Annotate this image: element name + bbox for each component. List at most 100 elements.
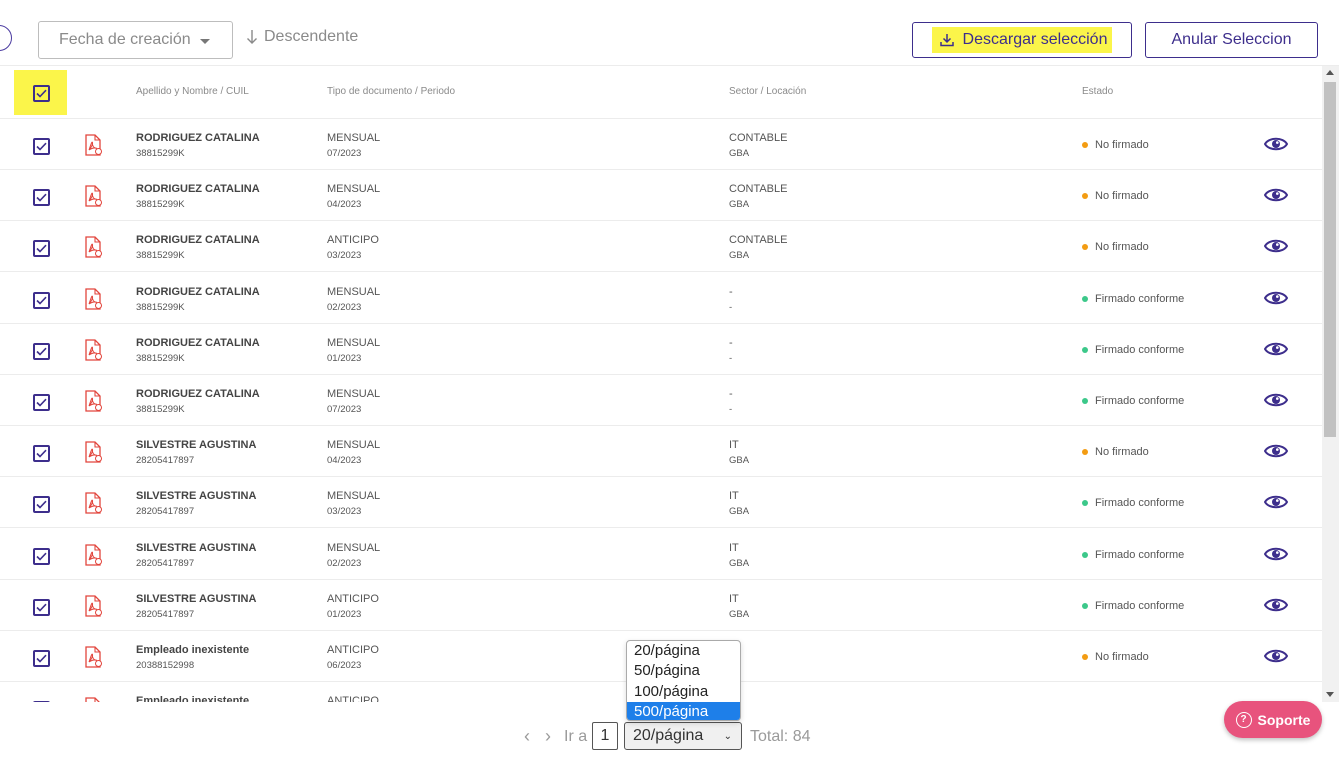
employee-cuil: 38815299K: [136, 301, 185, 313]
header-sector: Sector / Locación: [729, 86, 807, 97]
table-row[interactable]: SILVESTRE AGUSTINA 28205417897 MENSUAL 0…: [0, 477, 1322, 529]
pdf-file-icon[interactable]: [83, 441, 103, 463]
scroll-up-icon[interactable]: [1326, 70, 1334, 75]
row-checkbox[interactable]: [33, 240, 50, 258]
sector-cell: CONTABLE GBA: [729, 233, 787, 263]
status-dot: [1082, 654, 1088, 660]
eye-icon[interactable]: [1264, 237, 1288, 255]
sort-direction-label: Descendente: [264, 28, 359, 45]
row-checkbox[interactable]: [33, 496, 50, 514]
pdf-file-icon[interactable]: [83, 492, 103, 515]
row-checkbox[interactable]: [33, 394, 50, 411]
row-checkbox[interactable]: [33, 650, 50, 667]
eye-icon[interactable]: [1264, 545, 1288, 563]
employee-cell: Empleado inexistente 20388152998: [136, 643, 249, 673]
status-badge: Firmado conforme: [1082, 293, 1184, 305]
checkmark-icon: [36, 398, 47, 407]
pdf-file-icon[interactable]: [83, 390, 103, 412]
row-checkbox[interactable]: [33, 598, 50, 616]
row-checkbox[interactable]: [33, 138, 50, 155]
table-row[interactable]: RODRIGUEZ CATALINA 38815299K MENSUAL 07/…: [0, 375, 1322, 426]
status-dot: [1082, 244, 1088, 251]
pdf-file-icon[interactable]: [83, 287, 103, 310]
page-size-option-highlighted[interactable]: 500/página: [627, 701, 740, 720]
row-checkbox[interactable]: [33, 701, 50, 702]
table-row[interactable]: SILVESTRE AGUSTINA 28205417897 MENSUAL 0…: [0, 529, 1322, 580]
scroll-down-icon[interactable]: [1326, 692, 1334, 697]
page-size-option[interactable]: 20/página: [627, 641, 740, 661]
employee-name: SILVESTRE AGUSTINA: [136, 541, 257, 554]
table-row[interactable]: RODRIGUEZ CATALINA 38815299K MENSUAL 02/…: [0, 273, 1322, 324]
employee-name: RODRIGUEZ CATALINA: [136, 234, 260, 247]
row-checkbox[interactable]: [33, 445, 50, 463]
table-row[interactable]: RODRIGUEZ CATALINA 38815299K MENSUAL 07/…: [0, 119, 1322, 170]
goto-page-input[interactable]: 1: [592, 722, 618, 750]
location-name: -: [729, 352, 733, 364]
page-size-option[interactable]: 100/página: [627, 682, 740, 702]
checkmark-icon: [36, 193, 47, 202]
goto-label: Ir a: [564, 728, 588, 745]
eye-icon[interactable]: [1264, 391, 1288, 409]
sort-direction-toggle[interactable]: Descendente: [246, 28, 358, 46]
document-period: 02/2023: [327, 301, 362, 313]
pdf-file-icon[interactable]: [83, 543, 103, 566]
table-row[interactable]: SILVESTRE AGUSTINA 28205417897 MENSUAL 0…: [0, 426, 1322, 478]
sector-cell: CONTABLE GBA: [729, 182, 787, 212]
pdf-file-icon[interactable]: [83, 185, 103, 207]
sector-name: IT: [729, 439, 739, 452]
pdf-file-icon[interactable]: [83, 697, 103, 702]
employee-cuil: 28205417897: [136, 608, 195, 620]
eye-icon[interactable]: [1264, 340, 1288, 358]
location-name: GBA: [729, 199, 750, 211]
pdf-file-icon[interactable]: [83, 236, 103, 259]
back-circle-button[interactable]: [0, 25, 12, 51]
page-size-option[interactable]: 50/página: [627, 661, 740, 681]
row-checkbox[interactable]: [33, 189, 50, 207]
eye-icon[interactable]: [1264, 647, 1288, 665]
row-checkbox[interactable]: [33, 547, 50, 565]
status-dot: [1082, 295, 1088, 302]
sort-field-select[interactable]: Fecha de creación: [38, 21, 233, 59]
row-checkbox[interactable]: [33, 342, 50, 360]
status-label: No firmado: [1095, 139, 1149, 151]
employee-name: RODRIGUEZ CATALINA: [136, 132, 260, 144]
status-label: Firmado conforme: [1095, 395, 1185, 407]
download-selection-button[interactable]: Descargar selección: [912, 22, 1132, 58]
status-label: No firmado: [1095, 651, 1149, 663]
eye-icon[interactable]: [1264, 493, 1288, 511]
document-period: 01/2023: [327, 608, 362, 620]
eye-icon[interactable]: [1264, 442, 1288, 460]
status-dot: [1082, 346, 1088, 353]
eye-icon[interactable]: [1264, 596, 1288, 614]
next-page-icon[interactable]: ›: [545, 726, 551, 747]
page-size-select[interactable]: 20/página ⌄: [624, 722, 742, 750]
location-name: GBA: [729, 608, 750, 620]
sector-cell: IT GBA: [729, 438, 749, 468]
table-row[interactable]: RODRIGUEZ CATALINA 38815299K ANTICIPO 03…: [0, 221, 1322, 273]
prev-page-icon[interactable]: ‹: [524, 726, 530, 747]
vertical-scrollbar[interactable]: [1322, 66, 1339, 702]
employee-cuil: 38815299K: [136, 148, 185, 159]
pdf-file-icon[interactable]: [83, 339, 103, 361]
eye-icon[interactable]: [1264, 289, 1288, 307]
document-cell: MENSUAL 01/2023: [327, 336, 380, 366]
eye-icon[interactable]: [1264, 186, 1288, 204]
location-name: GBA: [729, 557, 750, 569]
document-period: 04/2023: [327, 199, 362, 211]
pdf-file-icon[interactable]: [83, 595, 103, 617]
document-period: 04/2023: [327, 455, 362, 467]
table-row[interactable]: RODRIGUEZ CATALINA 38815299K MENSUAL 01/…: [0, 324, 1322, 375]
cancel-selection-button[interactable]: Anular Seleccion: [1145, 22, 1318, 58]
scrollbar-thumb[interactable]: [1324, 82, 1336, 437]
pdf-file-icon[interactable]: [83, 134, 103, 156]
row-checkbox[interactable]: [33, 291, 50, 309]
table-row[interactable]: SILVESTRE AGUSTINA 28205417897 ANTICIPO …: [0, 580, 1322, 631]
select-all-checkbox[interactable]: [33, 85, 50, 102]
support-button[interactable]: ? Soporte: [1224, 701, 1322, 738]
document-cell: MENSUAL 02/2023: [327, 285, 380, 315]
document-cell: ANTICIPO 01/2023: [327, 592, 379, 622]
pdf-file-icon[interactable]: [83, 646, 103, 668]
document-cell: ANTICIPO 06/2023: [327, 643, 379, 673]
eye-icon[interactable]: [1264, 135, 1288, 153]
table-row[interactable]: RODRIGUEZ CATALINA 38815299K MENSUAL 04/…: [0, 170, 1322, 222]
